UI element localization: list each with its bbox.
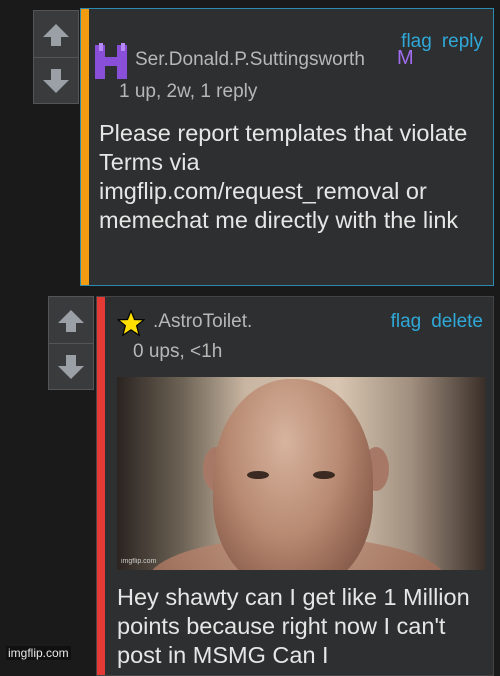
comment: .AstroToilet. flag delete 0 ups, <1h img… <box>96 296 494 676</box>
comment: Ser.Donald.P.Suttingsworth M flag reply … <box>80 8 494 286</box>
comment-actions: flag reply <box>401 31 483 53</box>
username[interactable]: Ser.Donald.P.Suttingsworth <box>135 49 365 71</box>
comment-actions: flag delete <box>391 311 483 333</box>
downvote-button[interactable] <box>34 57 78 103</box>
reply-link[interactable]: reply <box>442 31 483 53</box>
comment-meta: 1 up, 2w, 1 reply <box>119 81 258 102</box>
footer-watermark: imgflip.com <box>6 646 71 660</box>
arrow-down-icon <box>43 68 69 93</box>
image-watermark: imgflip.com <box>121 558 157 565</box>
vote-box <box>33 10 79 104</box>
flag-link[interactable]: flag <box>401 31 432 53</box>
comment-text: Please report templates that violate Ter… <box>99 120 468 233</box>
star-icon <box>117 309 145 337</box>
h-logo-icon <box>95 43 127 79</box>
comment-meta: 0 ups, <1h <box>133 341 223 362</box>
comment-text: Hey shawty can I get like 1 Million poin… <box>117 584 470 668</box>
image-eye <box>247 471 269 479</box>
upvote-button[interactable] <box>34 11 78 58</box>
comment-accent-bar <box>97 297 105 675</box>
flag-link[interactable]: flag <box>391 311 422 333</box>
downvote-button[interactable] <box>49 343 93 389</box>
image-eye <box>313 471 335 479</box>
upvote-button[interactable] <box>49 297 93 344</box>
image-face <box>213 379 373 570</box>
comment-image[interactable]: imgflip.com <box>117 377 485 570</box>
arrow-down-icon <box>58 354 84 379</box>
vote-box <box>48 296 94 390</box>
arrow-up-icon <box>43 23 69 46</box>
delete-link[interactable]: delete <box>431 311 483 333</box>
username[interactable]: .AstroToilet. <box>153 311 252 333</box>
arrow-up-icon <box>58 309 84 332</box>
comment-accent-bar <box>81 9 89 285</box>
